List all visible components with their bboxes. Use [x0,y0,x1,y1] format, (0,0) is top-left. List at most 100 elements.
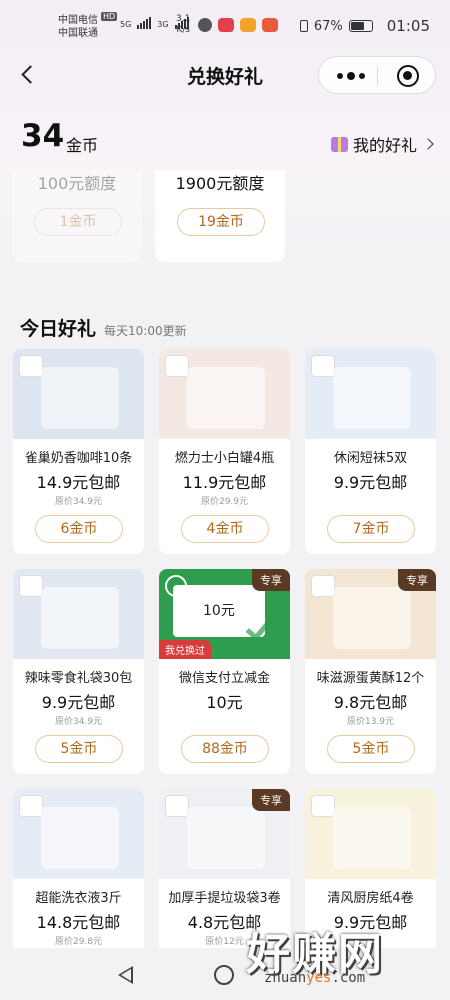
status-right: 67% 01:05 [299,17,430,35]
navigation-bar: 兑换好礼 [0,50,450,100]
product-price: 14.9元包邮 [36,473,121,492]
product-name: 味滋源蛋黄酥12个 [316,671,425,686]
brand-logo-icon [19,355,43,377]
speed-unit: K/s [176,25,190,35]
product-name: 燃力士小白罐4瓶 [174,451,275,466]
close-miniprogram-icon[interactable] [397,65,419,87]
brand-logo-icon [19,575,43,597]
redeem-button[interactable]: 5金币 [35,735,123,763]
battery-percent: 67% [313,18,343,34]
product-price: 9.8元包邮 [333,693,408,712]
system-home-icon[interactable] [214,965,234,985]
wechat-voucher-image: 10元 专享 我兑换过 [159,569,290,659]
brand-logo-icon [165,355,189,377]
product-card[interactable]: 燃力士小白罐4瓶 11.9元包邮原价29.9元 4金币 [159,349,290,554]
product-photo [333,587,411,649]
notification-icons [198,18,278,32]
hd-label: HD [101,12,118,21]
product-name: 辣味零食礼袋30包 [24,671,133,686]
kitchen-paper-image [305,789,436,879]
wechat-icon [198,18,212,32]
product-price: 9.9元包邮 [41,693,116,712]
redeem-button[interactable]: 4金币 [181,515,269,543]
brand-logo-icon [311,575,335,597]
product-photo [41,367,119,429]
quota-card[interactable]: 1900元额度 19金币 [155,170,285,262]
energy-drink-image [159,349,290,439]
product-price: 14.8元包邮 [36,913,121,932]
product-name: 休闲短袜5双 [333,451,408,466]
net2-label: 3G [157,20,169,29]
product-name: 微信支付立减金 [178,671,270,686]
network-speed: 3.1 K/s [176,14,190,36]
product-photo [187,367,265,429]
detergent-image [13,789,144,879]
coffee-image [13,349,144,439]
product-name: 加厚手提垃圾袋3卷 [168,891,281,906]
product-photo [187,807,265,869]
brand-logo-icon [165,795,189,817]
carrier-1: 中国电信 [58,15,98,26]
product-card[interactable]: 专享味滋源蛋黄酥12个 9.8元包邮原价13.9元 5金币 [305,569,436,774]
exclusive-tag: 专享 [398,569,436,591]
more-menu-icon[interactable] [337,72,365,80]
exclusive-tag: 专享 [252,789,290,811]
section-subtitle: 每天10:00更新 [104,324,187,338]
product-photo [333,807,411,869]
section-title: 今日好礼 [20,318,97,340]
section-header: 今日好礼 每天10:00更新 [20,314,187,341]
quota-cards: 100元额度 1金币 1900元额度 19金币 [0,170,450,265]
carrier-2: 中国联通 [58,28,98,39]
product-card[interactable]: 10元 专享 我兑换过 微信支付立减金 10元 88金币 [159,569,290,774]
signal-1-icon [137,17,152,29]
chevron-right-icon [422,138,434,150]
watermark-url: zhuanyes.com [264,970,366,986]
product-card[interactable]: 辣味零食礼袋30包 9.9元包邮原价34.9元 5金币 [13,569,144,774]
app-icon-red-2 [262,18,278,32]
status-bar: 中国电信 中国联通 HD 5G 3G 3.1 K/s 67% 01:05 [0,0,450,48]
product-original-price: 原价29.8元 [54,937,103,947]
clock: 01:05 [386,17,430,35]
speed-value: 3.1 [176,14,191,24]
product-original-price: 原价34.9元 [54,717,103,727]
net1-label: 5G [120,20,132,29]
snacks-image [13,569,144,659]
system-back-icon[interactable] [118,966,133,984]
product-original-price: 原价34.9元 [54,497,103,507]
redeemed-badge: 我兑换过 [159,640,211,659]
battery-icon [348,20,373,32]
redeem-button[interactable]: 5金币 [327,735,415,763]
vibrate-icon [299,20,308,32]
product-card[interactable]: 休闲短袜5双 9.9元包邮 7金币 [305,349,436,554]
product-name: 超能洗衣液3斤 [35,891,122,906]
product-original-price: 原价29.9元 [200,497,249,507]
product-photo [41,587,119,649]
redeem-button[interactable]: 88金币 [181,735,269,763]
product-original-price: 原价13.9元 [346,717,395,727]
carrier-labels: 中国电信 中国联通 [58,14,98,40]
coin-count: 34 [21,118,65,154]
product-photo [333,367,411,429]
mini-program-capsule [318,56,436,94]
wechat-pay-icon [165,575,187,597]
pastry-image: 专享 [305,569,436,659]
watermark-logo: 好赚网 zhuanyes.com [246,918,446,998]
brand-logo-icon [311,795,335,817]
my-gifts-link[interactable]: 我的好礼 [330,132,434,156]
socks-image [305,349,436,439]
product-photo [41,807,119,869]
product-name: 雀巢奶香咖啡10条 [24,451,133,466]
quota-redeem-button[interactable]: 19金币 [177,208,265,236]
redeem-button[interactable]: 7金币 [327,515,415,543]
exclusive-tag: 专享 [252,569,290,591]
product-price: 11.9元包邮 [182,473,267,492]
app-icon-red [218,18,234,32]
quota-card[interactable]: 100元额度 1金币 [12,170,142,262]
capsule-divider [377,66,378,86]
quota-redeem-button[interactable]: 1金币 [34,208,122,236]
app-icon-orange [240,18,256,32]
quota-amount: 100元额度 [37,174,117,193]
product-card[interactable]: 雀巢奶香咖啡10条 14.9元包邮原价34.9元 6金币 [13,349,144,554]
gift-icon [330,136,348,152]
redeem-button[interactable]: 6金币 [35,515,123,543]
